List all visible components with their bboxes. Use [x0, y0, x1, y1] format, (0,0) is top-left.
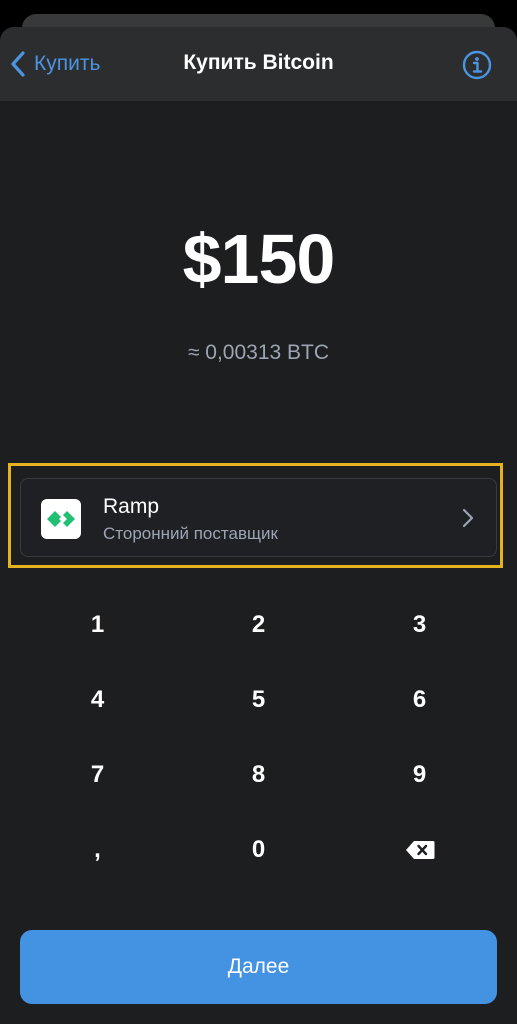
numeric-keypad: 1 2 3 4 5 6 7 8 9 , 0	[17, 587, 500, 887]
provider-name: Ramp	[103, 495, 160, 518]
info-circle-icon	[462, 50, 492, 80]
key-8[interactable]: 8	[178, 737, 339, 812]
provider-subtitle: Сторонний поставщик	[103, 524, 278, 543]
key-2[interactable]: 2	[178, 587, 339, 662]
continue-button[interactable]: Далее	[20, 930, 497, 1004]
key-1[interactable]: 1	[17, 587, 178, 662]
key-4[interactable]: 4	[17, 662, 178, 737]
buy-sheet: Купить Купить Bitcoin $150 ≈ 0,00313 BTC…	[0, 27, 517, 1024]
key-6[interactable]: 6	[339, 662, 500, 737]
key-backspace[interactable]	[339, 812, 500, 887]
chevron-right-icon	[462, 508, 474, 528]
key-decimal[interactable]: ,	[17, 812, 178, 887]
key-3[interactable]: 3	[339, 587, 500, 662]
backspace-icon	[404, 839, 436, 861]
info-button[interactable]	[462, 50, 492, 80]
navigation-bar: Купить Купить Bitcoin	[0, 27, 517, 101]
key-9[interactable]: 9	[339, 737, 500, 812]
page-title: Купить Bitcoin	[183, 51, 334, 74]
ramp-logo-icon	[41, 499, 81, 539]
fiat-amount: $150	[182, 220, 336, 298]
key-0[interactable]: 0	[178, 812, 339, 887]
key-5[interactable]: 5	[178, 662, 339, 737]
crypto-amount: ≈ 0,00313 BTC	[187, 341, 330, 364]
provider-row-ramp[interactable]: Ramp Сторонний поставщик	[20, 478, 497, 557]
key-7[interactable]: 7	[17, 737, 178, 812]
